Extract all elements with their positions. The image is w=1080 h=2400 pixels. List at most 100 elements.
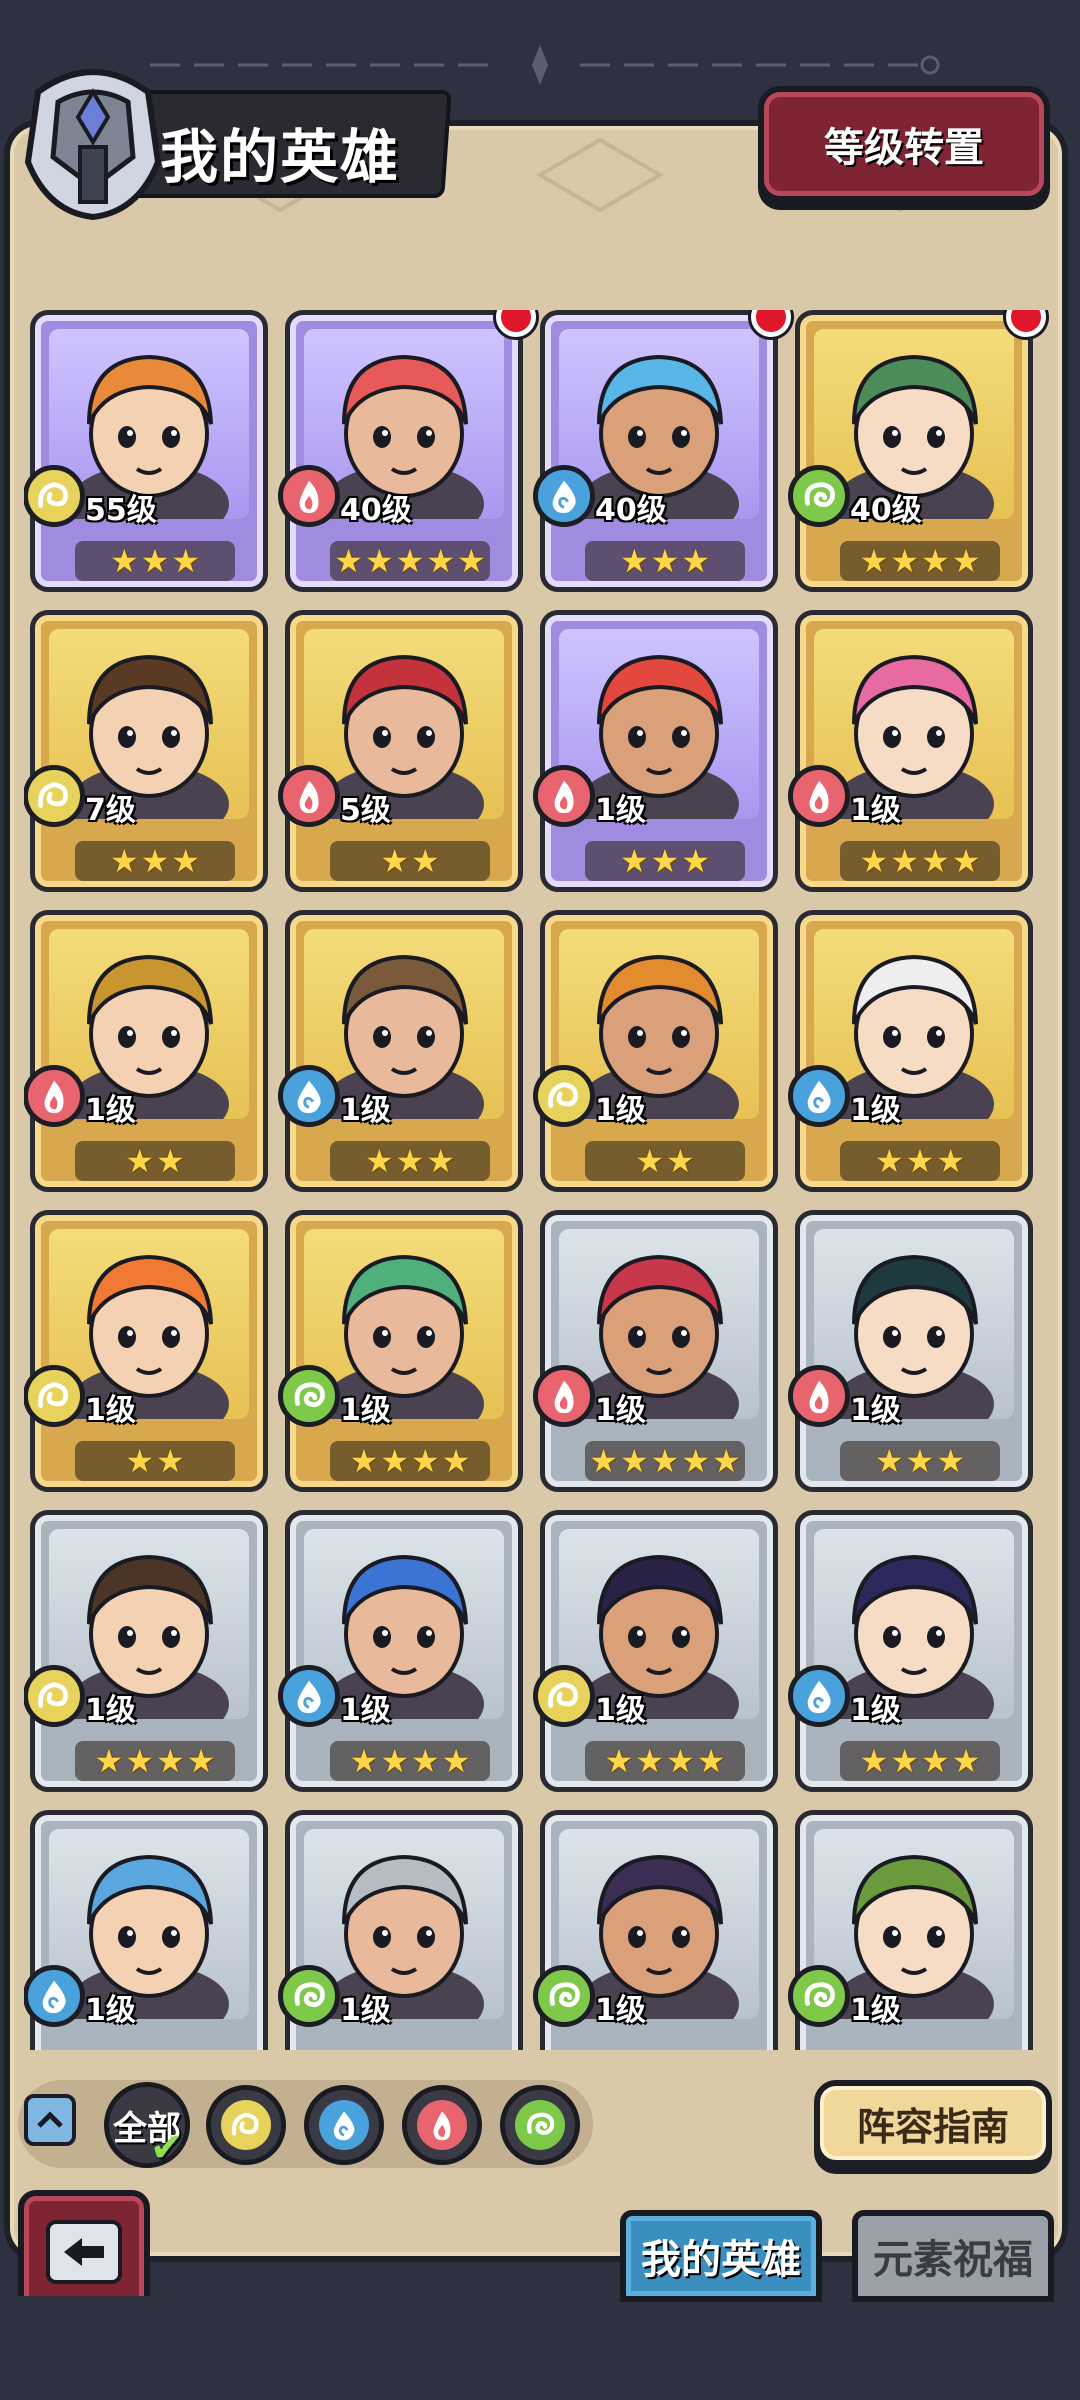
level-reset-button[interactable]: 等级转置 bbox=[758, 86, 1050, 202]
star-icon: ★ bbox=[921, 842, 950, 880]
back-arrow-icon bbox=[46, 2220, 122, 2284]
filter-fire-button[interactable] bbox=[402, 2085, 482, 2165]
hero-card[interactable]: 1级 ★ ★ ★ ★ bbox=[788, 610, 1033, 892]
star-icon: ★ bbox=[874, 1142, 904, 1180]
star-rating: ★ ★ ★ bbox=[75, 541, 235, 581]
star-icon: ★ bbox=[905, 1142, 935, 1180]
hero-level: 55级 bbox=[85, 493, 157, 528]
hero-card[interactable]: 1级 ★ ★ ★ ★ bbox=[24, 1510, 268, 1792]
hero-level: 1级 bbox=[340, 1093, 391, 1128]
page-title: 我的英雄 bbox=[160, 123, 401, 191]
hero-level: 1级 bbox=[595, 793, 646, 828]
star-icon: ★ bbox=[349, 1442, 379, 1480]
star-rating: ★ ★ ★ ★ ★ bbox=[585, 1441, 745, 1481]
hero-level: 1级 bbox=[850, 1993, 901, 2028]
hero-card[interactable]: 1级 bbox=[24, 1810, 268, 2050]
hero-card[interactable]: 55级 ★ ★ ★ bbox=[24, 310, 268, 592]
hero-level: 1级 bbox=[850, 1393, 901, 1428]
hero-card[interactable]: 1级 ★ ★ ★ ★ bbox=[533, 1510, 778, 1792]
hero-card[interactable]: 1级 ★ ★ ★ ★ ★ bbox=[533, 1210, 778, 1492]
earth-element-icon bbox=[221, 2100, 271, 2150]
hero-level: 1级 bbox=[340, 1993, 391, 2028]
hero-card[interactable]: 1级 ★ ★ ★ bbox=[533, 610, 778, 892]
star-rating: ★ ★ ★ ★ ★ bbox=[330, 541, 490, 581]
hero-card[interactable]: 1级 ★ ★ ★ bbox=[278, 910, 523, 1192]
star-icon: ★ bbox=[140, 542, 170, 580]
hero-level: 40级 bbox=[340, 493, 412, 528]
filter-earth-button[interactable] bbox=[206, 2085, 286, 2165]
star-icon: ★ bbox=[334, 542, 363, 580]
star-icon: ★ bbox=[441, 1442, 471, 1480]
filter-wind-button[interactable] bbox=[500, 2085, 580, 2165]
star-rating: ★ ★ bbox=[75, 1141, 235, 1181]
hero-level: 1级 bbox=[595, 1393, 646, 1428]
star-icon: ★ bbox=[156, 1742, 185, 1780]
star-rating: ★ ★ ★ ★ bbox=[840, 541, 1000, 581]
star-icon: ★ bbox=[696, 1742, 726, 1780]
star-icon: ★ bbox=[712, 1442, 741, 1480]
star-icon: ★ bbox=[380, 1442, 409, 1480]
hero-card[interactable]: 40级 ★ ★ ★ bbox=[533, 310, 791, 592]
fire-element-icon bbox=[278, 465, 340, 527]
hero-level: 1级 bbox=[850, 1093, 901, 1128]
star-icon: ★ bbox=[681, 842, 711, 880]
star-icon: ★ bbox=[441, 1742, 471, 1780]
hero-card[interactable]: 1级 bbox=[278, 1810, 523, 2050]
hero-card[interactable]: 1级 bbox=[788, 1810, 1033, 2050]
star-icon: ★ bbox=[650, 842, 680, 880]
hero-level: 1级 bbox=[595, 1693, 646, 1728]
lineup-guide-button[interactable]: 阵容指南 bbox=[814, 2080, 1052, 2166]
hero-card[interactable]: 5级 ★ ★ bbox=[278, 610, 523, 892]
bottom-bar bbox=[0, 2296, 1080, 2400]
star-icon: ★ bbox=[457, 542, 486, 580]
star-icon: ★ bbox=[426, 1142, 456, 1180]
wind-element-icon bbox=[533, 1965, 595, 2027]
hero-card[interactable]: 1级 bbox=[533, 1810, 778, 2050]
hero-level: 7级 bbox=[85, 793, 136, 828]
hero-card[interactable]: 40级 ★ ★ ★ ★ ★ bbox=[278, 310, 536, 592]
star-icon: ★ bbox=[411, 1742, 440, 1780]
filter-water-button[interactable] bbox=[304, 2085, 384, 2165]
hero-card[interactable]: 1级 ★ ★ ★ ★ bbox=[278, 1510, 523, 1792]
tab-element-blessing[interactable]: 元素祝福 bbox=[852, 2210, 1054, 2302]
hero-level: 40级 bbox=[850, 493, 922, 528]
star-icon: ★ bbox=[681, 542, 711, 580]
star-icon: ★ bbox=[905, 1442, 935, 1480]
star-rating: ★ ★ ★ bbox=[75, 841, 235, 881]
star-icon: ★ bbox=[650, 542, 680, 580]
tab-my-heroes-label: 我的英雄 bbox=[641, 2237, 801, 2283]
star-icon: ★ bbox=[380, 1742, 409, 1780]
water-element-icon bbox=[533, 465, 595, 527]
star-icon: ★ bbox=[186, 1742, 216, 1780]
water-element-icon bbox=[788, 1065, 850, 1127]
star-rating: ★ ★ ★ bbox=[840, 1441, 1000, 1481]
star-rating: ★ ★ bbox=[75, 1441, 235, 1481]
hero-card[interactable]: 1级 ★ ★ ★ bbox=[788, 1210, 1033, 1492]
hero-card[interactable]: 1级 ★ ★ ★ bbox=[788, 910, 1033, 1192]
hero-card[interactable]: 1级 ★ ★ ★ ★ bbox=[788, 1510, 1033, 1792]
hero-card[interactable]: 7级 ★ ★ ★ bbox=[24, 610, 268, 892]
tab-my-heroes[interactable]: 我的英雄 bbox=[620, 2210, 822, 2302]
fire-element-icon bbox=[788, 765, 850, 827]
wind-element-icon bbox=[788, 1965, 850, 2027]
wind-element-icon bbox=[278, 1365, 340, 1427]
hero-card[interactable]: 1级 ★ ★ bbox=[24, 910, 268, 1192]
collapse-toggle-button[interactable] bbox=[24, 2094, 76, 2146]
star-icon: ★ bbox=[890, 842, 919, 880]
hero-level: 40级 bbox=[595, 493, 667, 528]
fire-element-icon bbox=[788, 1365, 850, 1427]
hero-level: 1级 bbox=[340, 1393, 391, 1428]
star-icon: ★ bbox=[156, 1442, 185, 1480]
hero-card[interactable]: 1级 ★ ★ ★ ★ bbox=[278, 1210, 523, 1492]
star-icon: ★ bbox=[125, 1442, 154, 1480]
star-rating: ★ ★ bbox=[585, 1141, 745, 1181]
hero-card[interactable]: 1级 ★ ★ bbox=[533, 910, 778, 1192]
star-icon: ★ bbox=[951, 842, 981, 880]
star-rating: ★ ★ ★ ★ bbox=[75, 1741, 235, 1781]
hero-level: 1级 bbox=[85, 1393, 136, 1428]
star-icon: ★ bbox=[666, 1142, 695, 1180]
hero-card[interactable]: 1级 ★ ★ bbox=[24, 1210, 268, 1492]
hero-card[interactable]: 40级 ★ ★ ★ ★ bbox=[788, 310, 1046, 592]
water-element-icon bbox=[788, 1665, 850, 1727]
star-rating: ★ ★ bbox=[330, 841, 490, 881]
